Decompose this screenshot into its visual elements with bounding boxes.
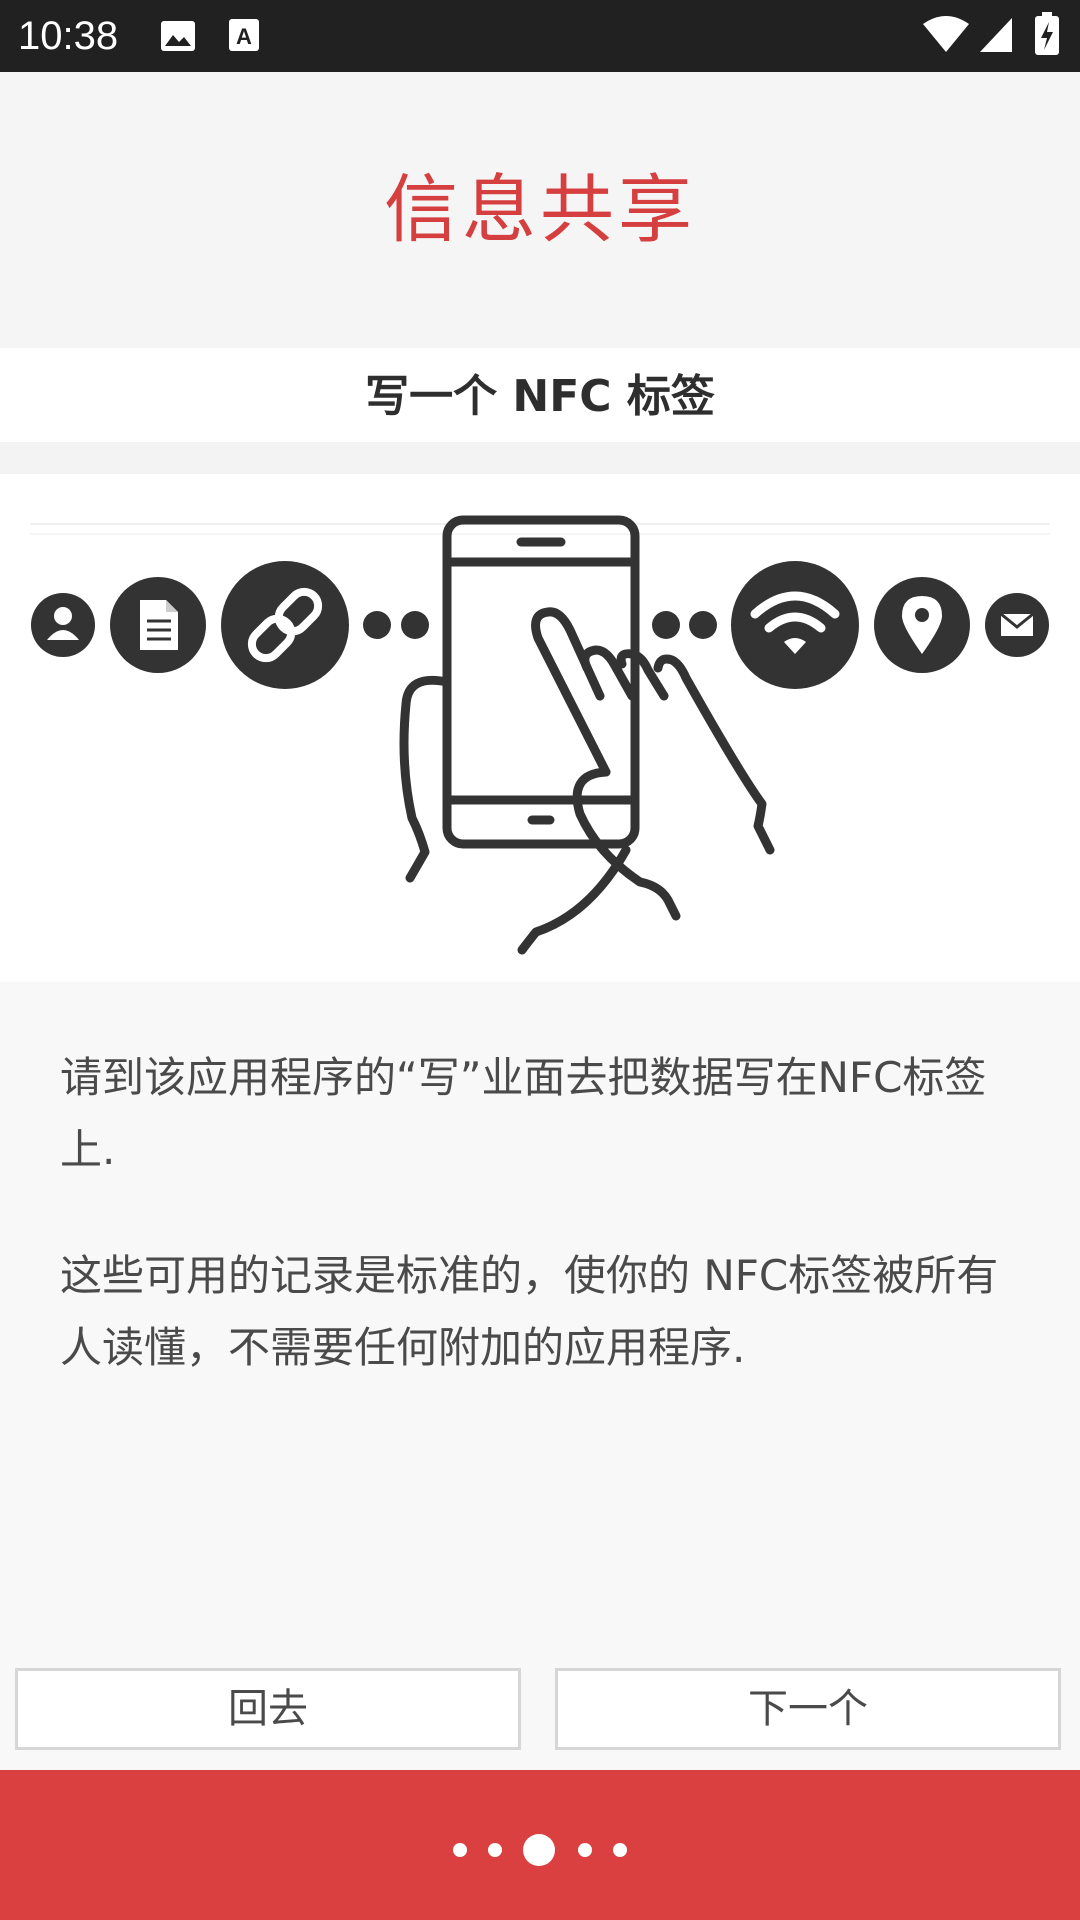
status-time: 10:38 — [18, 14, 119, 58]
nfc-illustration — [0, 474, 1080, 982]
link-icon — [221, 561, 349, 689]
description-paragraph-2: 这些可用的记录是标准的，使你的 NFC标签被所有人读懂，不需要任何附加的应用程序… — [60, 1251, 999, 1372]
wifi-icon — [923, 16, 969, 52]
person-icon — [31, 593, 95, 657]
status-bar: 10:38 A — [0, 0, 1080, 72]
divider — [0, 442, 1080, 474]
wifi-icon — [731, 561, 859, 689]
pager-bar — [0, 1770, 1080, 1920]
pager-dot-4[interactable] — [578, 1843, 592, 1857]
pager-dot-2[interactable] — [488, 1843, 502, 1857]
pager-dot-current[interactable] — [523, 1834, 555, 1866]
phone-hand-icon — [399, 515, 775, 955]
next-button[interactable]: 下一个 — [555, 1668, 1061, 1750]
image-icon — [161, 21, 195, 51]
mail-icon — [985, 593, 1049, 657]
back-button[interactable]: 回去 — [15, 1668, 521, 1750]
pager-dot-1[interactable] — [453, 1843, 467, 1857]
text-icon: A — [229, 19, 259, 51]
signal-icon — [980, 18, 1012, 52]
battery-charging-icon — [1035, 12, 1059, 55]
svg-text:A: A — [236, 24, 252, 49]
page-title: 信息共享 — [384, 167, 696, 253]
location-pin-icon — [874, 577, 970, 673]
pager-dot-5[interactable] — [613, 1843, 627, 1857]
description-paragraph-1: 请到该应用程序的“写”业面去把数据写在NFC标签上. — [60, 1053, 987, 1174]
section-subtitle: 写一个 NFC 标签 — [365, 371, 715, 422]
document-icon — [110, 577, 206, 673]
